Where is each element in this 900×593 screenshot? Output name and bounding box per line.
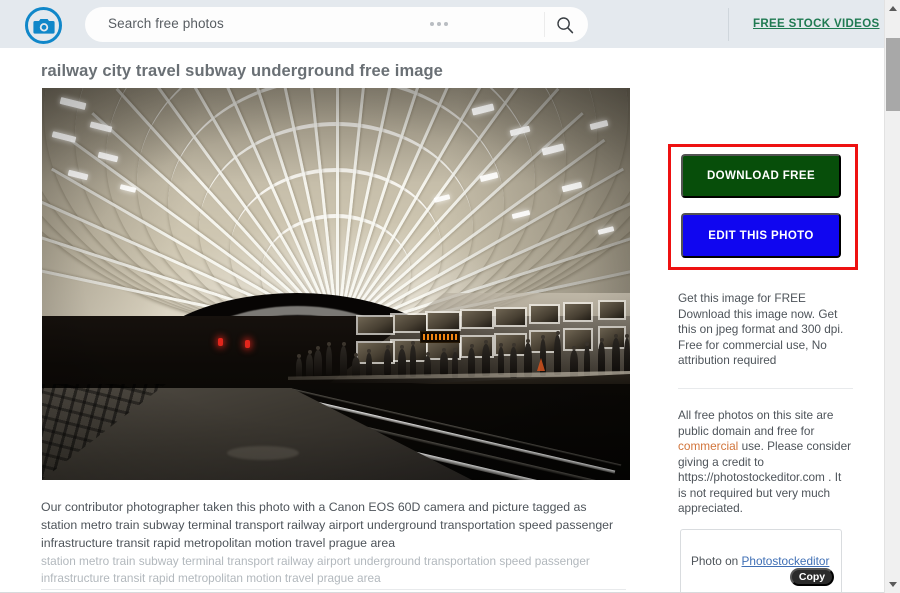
signal-light-left [218,338,223,346]
attribution-prefix: Photo on [691,554,742,568]
search-icon[interactable] [556,16,574,34]
sidebar-divider [678,388,853,389]
browser-page: Search free photos FREE STOCK VIDEOS rai… [0,0,900,593]
license-text-part1: All free photos on this site are public … [678,408,834,438]
site-header: Search free photos FREE STOCK VIDEOS [0,0,884,48]
camera-icon [32,18,55,34]
edit-this-photo-button[interactable]: EDIT THIS PHOTO [681,213,841,258]
magnifier-glyph [557,17,574,34]
scroll-down-arrow-icon[interactable] [885,576,900,593]
copy-button[interactable]: Copy [790,568,834,586]
photo-caption: Our contributor photographer taken this … [41,500,614,550]
scroll-down-glyph [889,582,897,587]
page-content: railway city travel subway underground f… [0,48,884,593]
photo-stage [42,88,630,480]
image-info-text: Get this image for FREE Download this im… [678,291,844,367]
download-free-button[interactable]: DOWNLOAD FREE [681,154,841,198]
attribution-text: Photo on Photostockeditor [691,554,829,568]
scroll-up-glyph [889,6,897,11]
free-stock-videos-link[interactable]: FREE STOCK VIDEOS [753,18,880,30]
floor-manhole [227,446,299,460]
photo-tags: station metro train subway terminal tran… [41,554,590,585]
more-dots-icon[interactable] [430,22,448,26]
search-placeholder-text[interactable]: Search free photos [108,16,224,31]
scroll-up-arrow-icon[interactable] [885,0,900,17]
signal-light-right [245,340,250,348]
vertical-scrollbar[interactable] [884,0,900,593]
page-title: railway city travel subway underground f… [41,62,443,80]
scrollbar-thumb[interactable] [886,38,900,111]
license-highlight: commercial [678,439,739,453]
header-divider [728,8,729,41]
photostockeditor-link[interactable]: Photostockeditor [742,554,830,568]
traffic-cone [537,358,545,371]
main-photo[interactable] [42,88,630,480]
search-divider [544,12,545,37]
content-divider [41,589,626,590]
license-text: All free photos on this site are public … [678,408,853,517]
camera-logo-icon[interactable] [25,7,62,44]
search-bar[interactable]: Search free photos [85,7,588,42]
